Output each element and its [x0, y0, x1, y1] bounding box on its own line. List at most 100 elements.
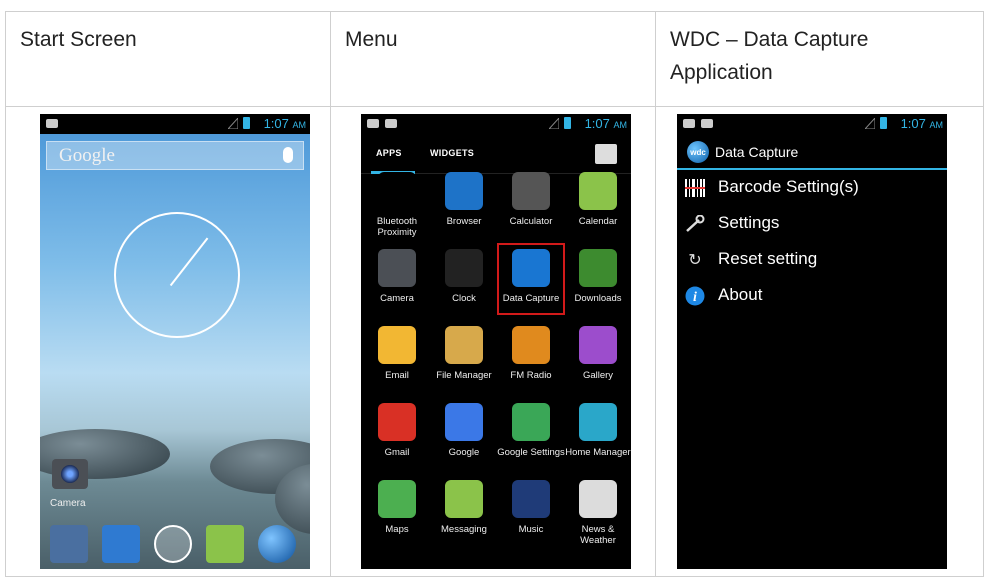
app-bluetooth[interactable]: Bluetooth Proximity	[363, 166, 431, 238]
app-label: Email	[385, 370, 409, 381]
dock	[40, 521, 310, 569]
app-email[interactable]: Email	[363, 320, 431, 392]
app-messaging[interactable]: Messaging	[430, 474, 498, 546]
microphone-icon[interactable]	[283, 147, 293, 163]
app-label: Bluetooth Proximity	[376, 216, 418, 238]
wdc-phone: 1:07 AM wdc Data Capture Barcode Setting…	[677, 114, 947, 569]
status-bar: 1:07 AM	[361, 114, 631, 134]
signal-icon	[228, 118, 238, 129]
globe-icon	[445, 172, 483, 210]
analog-clock-widget[interactable]	[114, 212, 240, 338]
menu-item-label: Reset setting	[718, 249, 818, 268]
music-icon	[512, 480, 550, 518]
camera-shortcut-label: Camera	[50, 498, 86, 509]
app-label: Gmail	[384, 447, 410, 458]
app-label: Downloads	[574, 293, 622, 304]
notification-icon	[701, 119, 713, 128]
status-time: 1:07 AM	[900, 116, 943, 131]
contacts-dock-icon[interactable]	[102, 525, 140, 563]
app-label: Home Manager	[565, 447, 631, 458]
messaging-dock-icon[interactable]	[206, 525, 244, 563]
signal-icon	[865, 118, 875, 129]
battery-icon	[243, 117, 250, 129]
news-icon	[579, 480, 617, 518]
app-clock[interactable]: Clock	[430, 243, 498, 315]
notification-icon	[385, 119, 397, 128]
camera-icon	[378, 249, 416, 287]
header-menu: Menu	[330, 11, 656, 107]
app-globe[interactable]: Browser	[430, 166, 498, 238]
clock-icon	[445, 249, 483, 287]
bluetooth-icon	[378, 172, 416, 210]
info-icon: i	[685, 286, 705, 306]
radio-icon	[512, 326, 550, 364]
app-calendar[interactable]: Calendar	[564, 166, 631, 238]
email-icon	[378, 326, 416, 364]
app-wdc[interactable]: Data Capture	[497, 243, 565, 315]
app-label: News & Weather	[580, 524, 616, 546]
google-search-bar[interactable]: Google	[46, 141, 304, 170]
wallpaper: Google Camera	[40, 134, 310, 569]
app-label: Maps	[385, 524, 409, 535]
app-download[interactable]: Downloads	[564, 243, 631, 315]
wdc-cell: 1:07 AM wdc Data Capture Barcode Setting…	[655, 106, 984, 577]
app-label: Calendar	[578, 216, 618, 227]
menu-item-label: Settings	[718, 213, 780, 232]
wdc-title: Data Capture	[715, 144, 799, 160]
header-start-screen: Start Screen	[5, 11, 331, 107]
app-gmail[interactable]: Gmail	[363, 397, 431, 469]
messaging-icon	[445, 480, 483, 518]
maps-icon	[378, 480, 416, 518]
app-label: Gallery	[582, 370, 614, 381]
app-label: Data Capture	[502, 293, 560, 304]
app-label: Camera	[380, 293, 414, 304]
start-screen-phone: 1:07 AM Google Camera	[40, 114, 310, 569]
app-gallery[interactable]: Gallery	[564, 320, 631, 392]
header-wdc: WDC – Data Capture Application	[655, 11, 984, 107]
camera-shortcut-icon[interactable]	[52, 459, 88, 489]
wdc-logo-icon[interactable]: wdc	[687, 141, 709, 163]
play-store-icon[interactable]	[595, 144, 617, 164]
app-label: Calculator	[509, 216, 553, 227]
svg-text:i: i	[693, 290, 697, 305]
browser-dock-icon[interactable]	[258, 525, 296, 563]
app-google-settings[interactable]: Google Settings	[497, 397, 565, 469]
start-screen-cell: 1:07 AM Google Camera	[5, 106, 331, 577]
tab-apps[interactable]: APPS	[376, 148, 402, 158]
app-wrench[interactable]: Home Manager	[564, 397, 631, 469]
app-label: Clock	[452, 293, 476, 304]
app-label: Google	[448, 447, 480, 458]
signal-icon	[549, 118, 559, 129]
app-label: Music	[518, 524, 544, 535]
wrench-icon	[685, 214, 705, 234]
menu-item-reset-setting[interactable]: ↻ Reset setting	[677, 242, 947, 278]
app-label: FM Radio	[510, 370, 552, 381]
google-icon	[445, 403, 483, 441]
app-label: Messaging	[441, 524, 487, 535]
app-music[interactable]: Music	[497, 474, 565, 546]
barcode-icon	[685, 178, 705, 198]
app-camera[interactable]: Camera	[363, 243, 431, 315]
app-maps[interactable]: Maps	[363, 474, 431, 546]
app-news[interactable]: News & Weather	[564, 474, 631, 546]
google-settings-icon	[512, 403, 550, 441]
calculator-icon	[512, 172, 550, 210]
wdc-action-bar: wdc Data Capture	[677, 134, 947, 170]
battery-icon	[880, 117, 887, 129]
app-label: File Manager	[436, 370, 492, 381]
folder-icon	[445, 326, 483, 364]
app-google[interactable]: Google	[430, 397, 498, 469]
settings-dock-icon[interactable]	[50, 525, 88, 563]
tab-widgets[interactable]: WIDGETS	[430, 148, 474, 158]
download-icon	[579, 249, 617, 287]
menu-item-label: About	[718, 285, 763, 304]
app-radio[interactable]: FM Radio	[497, 320, 565, 392]
menu-item-barcode-settings[interactable]: Barcode Setting(s)	[677, 170, 947, 206]
all-apps-icon[interactable]	[154, 525, 192, 563]
app-label: Browser	[446, 216, 482, 227]
app-folder[interactable]: File Manager	[430, 320, 498, 392]
menu-item-about[interactable]: i About	[677, 278, 947, 314]
app-calculator[interactable]: Calculator	[497, 166, 565, 238]
screenshot-notification-icon	[367, 119, 379, 128]
menu-item-settings[interactable]: Settings	[677, 206, 947, 242]
